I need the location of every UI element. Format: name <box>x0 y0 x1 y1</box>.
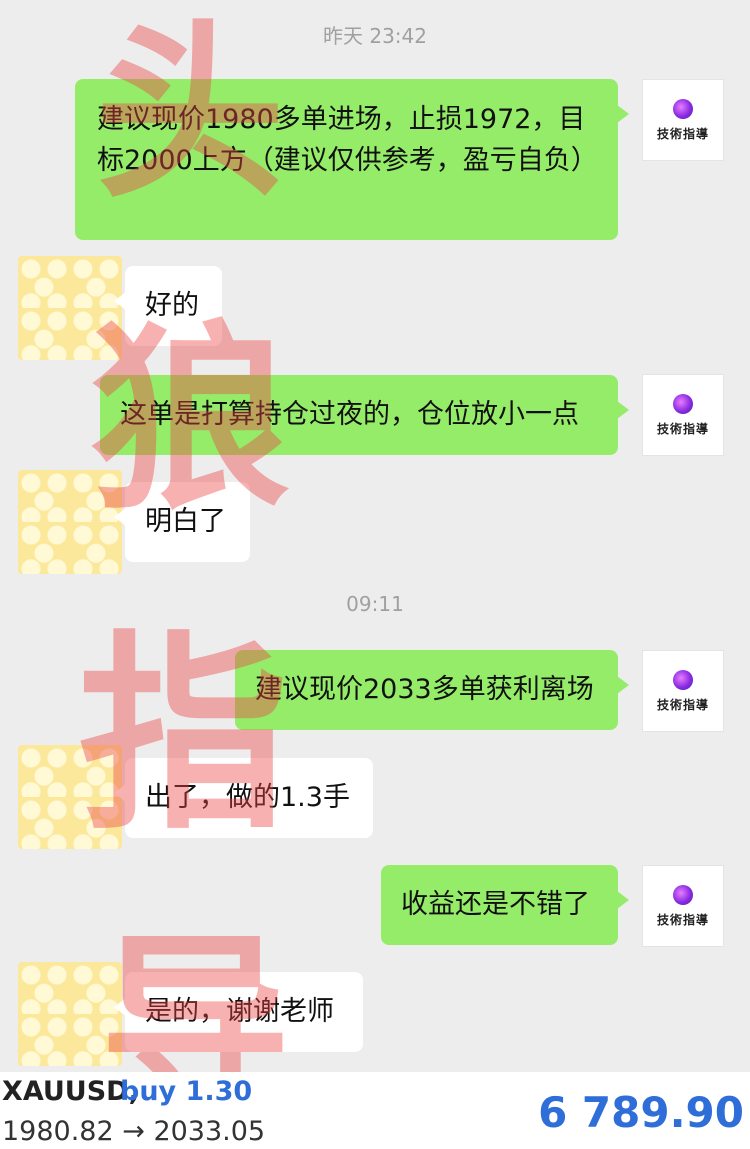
avatar-label: 技術指導 <box>656 126 709 141</box>
timestamp: 昨天 23:42 <box>323 24 427 48</box>
my-avatar[interactable]: 技術指導 <box>642 79 724 161</box>
logo-icon <box>673 884 693 905</box>
message-bubble-outgoing[interactable]: 建议现价1980多单进场，止损1972，目标2000上方（建议仅供参考，盈亏自负… <box>75 79 629 240</box>
contact-avatar[interactable] <box>18 745 122 849</box>
my-avatar[interactable]: 技術指導 <box>642 650 724 732</box>
message-bubble-incoming[interactable]: 明白了 <box>114 482 250 562</box>
message-bubble-incoming[interactable]: 是的，谢谢老师 <box>114 972 363 1052</box>
avatar-label: 技術指導 <box>656 421 709 436</box>
message-bubble-outgoing[interactable]: 建议现价2033多单获利离场 <box>235 650 629 730</box>
message-text: 这单是打算持仓过夜的，仓位放小一点 <box>120 399 579 430</box>
contact-avatar[interactable] <box>18 962 122 1066</box>
trade-symbol: XAUUSD, <box>2 1076 139 1107</box>
message-text: 好的 <box>145 290 199 321</box>
message-bubble-incoming[interactable]: 出了，做的1.3手 <box>114 758 373 838</box>
logo-icon <box>673 98 693 119</box>
my-avatar[interactable]: 技術指導 <box>642 865 724 947</box>
trade-prices: 1980.82 → 2033.05 <box>2 1116 266 1147</box>
trade-profit: 6 789.90 <box>538 1088 744 1137</box>
message-bubble-incoming[interactable]: 好的 <box>114 266 222 346</box>
avatar-label: 技術指導 <box>656 697 709 712</box>
message-text: 明白了 <box>145 506 226 537</box>
message-text: 收益还是不错了 <box>401 889 590 920</box>
message-text: 建议现价2033多单获利离场 <box>255 674 594 705</box>
avatar-label: 技術指導 <box>656 912 709 927</box>
message-bubble-outgoing[interactable]: 收益还是不错了 <box>381 865 629 945</box>
my-avatar[interactable]: 技術指導 <box>642 374 724 456</box>
logo-icon <box>673 669 693 690</box>
logo-icon <box>673 393 693 414</box>
message-bubble-outgoing[interactable]: 这单是打算持仓过夜的，仓位放小一点 <box>100 375 629 455</box>
trade-side: buy 1.30 <box>120 1076 253 1107</box>
message-text: 出了，做的1.3手 <box>145 782 350 813</box>
contact-avatar[interactable] <box>18 256 122 360</box>
message-text: 是的，谢谢老师 <box>145 996 334 1027</box>
message-text: 建议现价1980多单进场，止损1972，目标2000上方（建议仅供参考，盈亏自负… <box>97 104 598 176</box>
contact-avatar[interactable] <box>18 470 122 574</box>
trade-summary: XAUUSD, buy 1.30 1980.82 → 2033.05 6 789… <box>0 1072 750 1149</box>
timestamp: 09:11 <box>346 592 404 616</box>
